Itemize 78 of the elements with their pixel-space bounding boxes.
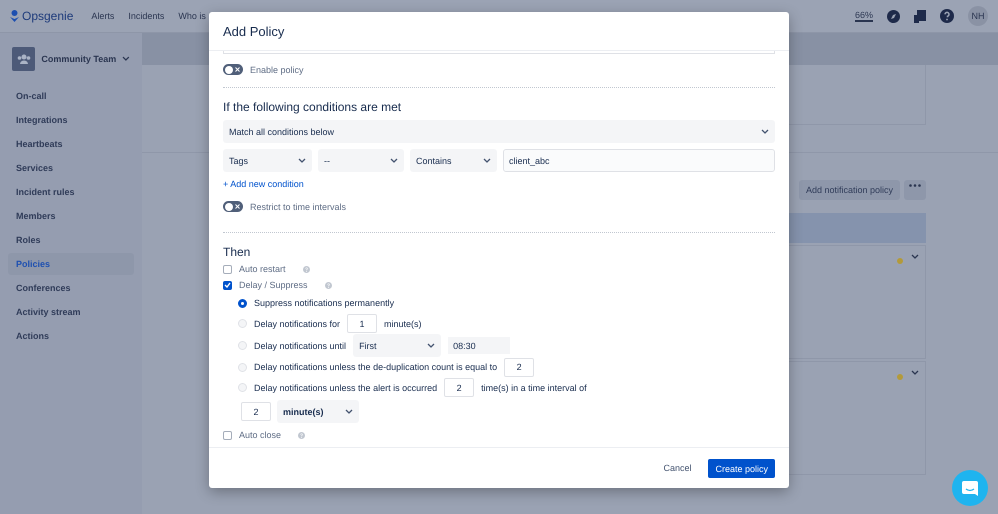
help-icon: [302, 266, 310, 272]
nav-link[interactable]: Who is: [178, 11, 206, 21]
more-button[interactable]: [904, 180, 926, 200]
add-condition-link[interactable]: + Add new condition: [223, 179, 775, 189]
field-dropdown[interactable]: Tags: [223, 149, 312, 172]
chevron-down-icon: [761, 128, 769, 134]
option-text: Delay notifications for: [254, 318, 340, 329]
sidebar-item[interactable]: Members: [8, 205, 134, 227]
logo[interactable]: Opsgenie: [10, 9, 74, 23]
checkbox[interactable]: [223, 264, 232, 274]
time-field[interactable]: 08:30: [448, 337, 510, 354]
key-dropdown[interactable]: --: [318, 149, 404, 172]
checkbox[interactable]: [223, 430, 232, 440]
create-policy-button[interactable]: Create policy: [708, 458, 775, 478]
chevron-down-icon: [298, 158, 306, 164]
help-icon[interactable]: [940, 9, 954, 23]
chevron-down-icon: [483, 158, 491, 164]
chevron-down-icon: [345, 408, 353, 414]
number-field[interactable]: 2: [241, 402, 271, 421]
sidebar-item[interactable]: Incident rules: [8, 181, 134, 203]
sidebar-item[interactable]: Conferences: [8, 277, 134, 299]
checkbox-label: Delay / Suppress: [239, 280, 308, 290]
cross-icon: [235, 67, 240, 72]
add-policy-button[interactable]: Add notification policy: [798, 180, 900, 200]
toggle-switch[interactable]: [223, 201, 243, 212]
nav-link[interactable]: Alerts: [91, 11, 114, 21]
dialog-title: Add Policy: [223, 24, 284, 38]
number-field[interactable]: 2: [444, 378, 474, 398]
usage-indicator[interactable]: 66%: [854, 10, 873, 22]
chevron-down-icon: [427, 342, 436, 348]
option-text: Suppress notifications permanently: [254, 298, 394, 308]
section-heading: Then: [223, 245, 252, 259]
chat-button[interactable]: [952, 470, 988, 506]
sidebar-item[interactable]: Integrations: [8, 109, 134, 131]
chevron-down-icon: [390, 158, 398, 164]
number-field[interactable]: 1: [347, 314, 378, 334]
document-icon[interactable]: [914, 10, 926, 22]
sidebar-item[interactable]: Activity stream: [8, 301, 134, 323]
chevron-down-icon: [122, 56, 130, 62]
sidebar-item[interactable]: Roles: [8, 229, 134, 251]
team-icon: [12, 47, 36, 71]
option-text: Delay notifications until: [254, 340, 346, 350]
help-icon: [298, 432, 306, 438]
checkbox-label: Auto restart: [239, 264, 286, 274]
dropdown[interactable]: minute(s): [277, 400, 359, 423]
logo-icon: [10, 10, 19, 22]
option-text: Delay notifications unless the de-duplication count is equal to: [254, 362, 498, 372]
checkbox[interactable]: [223, 280, 232, 290]
dropdown[interactable]: First: [353, 334, 442, 357]
help-icon: [324, 282, 332, 288]
sidebar-item[interactable]: On-call: [8, 85, 134, 107]
compass-icon[interactable]: [887, 10, 900, 22]
sidebar-item[interactable]: Services: [8, 157, 134, 179]
sidebar-item[interactable]: Policies: [8, 253, 134, 275]
section-heading: If the following conditions are met: [223, 100, 402, 114]
ellipsis-icon: [909, 184, 921, 187]
option-text: Delay notifications unless the alert is occurred: [254, 382, 438, 393]
checkbox-label: Auto close: [239, 430, 282, 440]
cancel-button[interactable]: Cancel: [658, 458, 696, 478]
value-field[interactable]: client_abc: [503, 149, 775, 172]
user-avatar[interactable]: NH: [968, 6, 988, 26]
toggle-switch[interactable]: [223, 64, 243, 75]
chat-icon: [962, 480, 978, 496]
toggle-label: Restrict to time intervals: [250, 202, 346, 212]
operator-dropdown[interactable]: Contains: [410, 149, 497, 172]
sidebar-item[interactable]: Heartbeats: [8, 133, 134, 155]
team-name[interactable]: Community Team: [41, 54, 116, 64]
chevron-down-icon: [911, 254, 919, 260]
number-field[interactable]: 2: [504, 358, 534, 377]
option-text: time(s) in a time interval of: [481, 382, 587, 393]
radio-button[interactable]: [238, 298, 247, 308]
toggle-label: Enable policy: [250, 64, 304, 74]
match-dropdown[interactable]: Match all conditions below: [223, 120, 775, 143]
chevron-down-icon: [911, 370, 919, 376]
cross-icon: [235, 204, 240, 209]
option-text: minute(s): [384, 318, 422, 329]
nav-link[interactable]: Incidents: [128, 11, 164, 21]
sidebar-item[interactable]: Actions: [8, 325, 134, 347]
